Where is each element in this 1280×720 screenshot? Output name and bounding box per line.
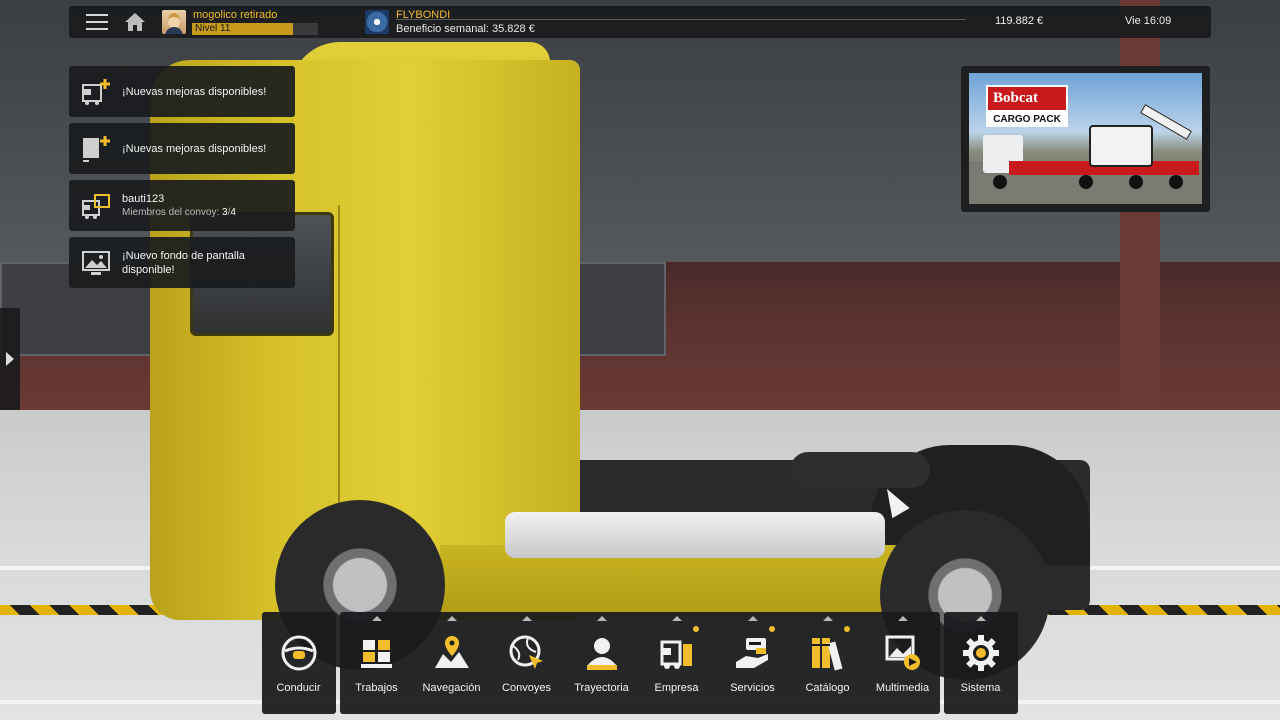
weekly-profit: Beneficio semanal: 35.828 €: [396, 23, 535, 35]
caret-up-icon: [976, 616, 986, 621]
side-panel-expand-button[interactable]: [0, 308, 20, 410]
convoy-text: bauti123 Miembros del convoy: 3/4: [122, 192, 236, 220]
ad-pack-name: CARGO PACK: [986, 112, 1068, 127]
user-name: mogolico retirado: [193, 9, 278, 21]
services-hand-icon: [736, 638, 768, 668]
company-progress-line: [396, 19, 966, 20]
truck-fifth-wheel: [790, 452, 930, 488]
truck-fuel-tank: [505, 512, 885, 558]
notification-text: ¡Nuevas mejoras disponibles!: [122, 143, 267, 155]
level-label: Nivel 11: [195, 23, 231, 34]
notification-trailer-upgrades[interactable]: ¡Nuevas mejoras disponibles!: [69, 123, 295, 174]
caret-up-icon: [447, 616, 457, 621]
home-icon[interactable]: [124, 12, 146, 32]
wallpaper-icon: [82, 251, 110, 275]
ad-brand: Bobcat: [986, 85, 1068, 112]
steering-wheel-icon: [281, 635, 317, 671]
caret-up-icon: [748, 616, 758, 621]
ad-excavator: [1089, 125, 1153, 167]
trailer-plus-icon: [83, 136, 110, 162]
notification-text: ¡Nuevo fondo de pantalla disponible!: [122, 249, 245, 277]
services-button[interactable]: Servicios: [715, 612, 790, 714]
company-label: Empresa: [654, 682, 699, 694]
game-time: Vie 16:09: [1125, 15, 1172, 27]
truck-building-icon: [660, 640, 692, 669]
caret-up-icon: [372, 616, 382, 621]
catalog-label: Catálogo: [805, 682, 850, 694]
menu-icon[interactable]: [86, 14, 108, 30]
ad-wheel: [1129, 175, 1143, 189]
system-label: Sistema: [960, 682, 1001, 694]
top-bar: mogolico retirado Nivel 11 FLYBONDI Bene…: [69, 6, 1211, 38]
notification-dot: [769, 626, 775, 632]
image-play-icon: [885, 635, 920, 670]
notification-text: ¡Nuevas mejoras disponibles!: [122, 86, 267, 98]
drive-label: Conducir: [276, 682, 321, 694]
services-label: Servicios: [730, 682, 775, 694]
dlc-ad-image: Bobcat CARGO PACK: [969, 73, 1202, 204]
system-button[interactable]: Sistema: [943, 612, 1018, 714]
multimedia-button[interactable]: Multimedia: [865, 612, 940, 714]
notification-convoy[interactable]: bauti123 Miembros del convoy: 3/4: [69, 180, 295, 231]
money-balance: 119.882 €: [995, 15, 1044, 27]
convoy-members-label: Miembros del convoy:: [122, 207, 223, 218]
caret-up-icon: [672, 616, 682, 621]
career-label: Trayectoria: [574, 682, 629, 694]
notification-text-line: disponible!: [122, 264, 175, 276]
convoy-members: Miembros del convoy: 3/4: [122, 206, 236, 220]
notification-text-line: ¡Nuevo fondo de pantalla: [122, 250, 245, 262]
gear-icon: [963, 635, 999, 671]
convoy-name: bauti123: [122, 193, 165, 205]
jobs-button[interactable]: Trabajos: [339, 612, 414, 714]
ad-wheel: [993, 175, 1007, 189]
caret-up-icon: [898, 616, 908, 621]
company-button[interactable]: Empresa: [639, 612, 714, 714]
caret-up-icon: [522, 616, 532, 621]
cargo-boxes-icon: [361, 640, 392, 668]
profile-person-icon: [587, 638, 617, 670]
notification-dot: [693, 626, 699, 632]
dlc-advertisement[interactable]: Bobcat CARGO PACK: [961, 66, 1210, 212]
notification-dot: [844, 626, 850, 632]
globe-cursor-icon: [509, 635, 543, 669]
level-progress-bar: Nivel 11: [192, 23, 318, 35]
multimedia-label: Multimedia: [875, 682, 930, 694]
catalog-button[interactable]: Catálogo: [790, 612, 865, 714]
notification-wallpaper[interactable]: ¡Nuevo fondo de pantalla disponible!: [69, 237, 295, 288]
drive-button[interactable]: Conducir: [261, 612, 336, 714]
map-pin-icon: [435, 636, 469, 668]
ad-wheel: [1079, 175, 1093, 189]
convoys-button[interactable]: Convoyes: [489, 612, 564, 714]
convoy-members-max: 4: [230, 207, 236, 218]
company-logo-icon[interactable]: [365, 10, 389, 34]
navigation-label: Navegación: [422, 682, 481, 694]
convoys-label: Convoyes: [502, 682, 551, 694]
notification-truck-upgrades[interactable]: ¡Nuevas mejoras disponibles!: [69, 66, 295, 117]
books-icon: [812, 638, 843, 671]
career-button[interactable]: Trayectoria: [564, 612, 639, 714]
caret-up-icon: [597, 616, 607, 621]
convoy-icon: [82, 194, 110, 219]
caret-up-icon: [823, 616, 833, 621]
bobcat-logo: Bobcat CARGO PACK: [986, 85, 1068, 128]
navigation-button[interactable]: Navegación: [414, 612, 489, 714]
ad-wheel: [1169, 175, 1183, 189]
jobs-label: Trabajos: [355, 682, 398, 694]
avatar[interactable]: [162, 10, 186, 34]
truck-plus-icon: [82, 79, 110, 105]
